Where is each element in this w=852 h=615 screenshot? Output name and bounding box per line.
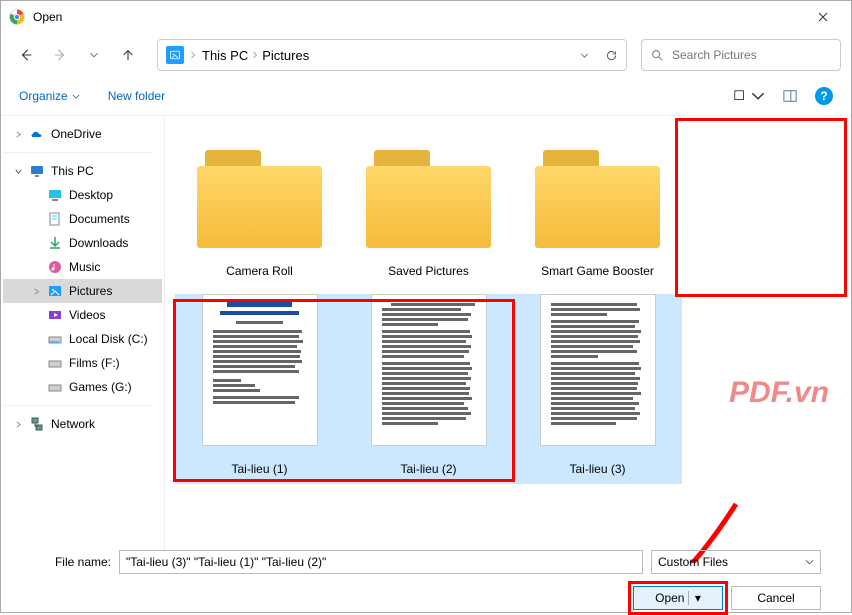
new-folder-button[interactable]: New folder bbox=[108, 89, 165, 103]
folder-smart-game-booster[interactable]: Smart Game Booster bbox=[513, 128, 682, 286]
documents-icon bbox=[47, 211, 63, 227]
sidebar-item-onedrive[interactable]: OneDrive bbox=[3, 122, 162, 146]
window-title: Open bbox=[33, 10, 62, 24]
sidebar-item-videos[interactable]: Videos bbox=[3, 303, 162, 327]
cancel-button[interactable]: Cancel bbox=[731, 586, 821, 610]
folder-icon bbox=[535, 148, 660, 248]
sidebar-item-thispc[interactable]: This PC bbox=[3, 159, 162, 183]
item-label: Camera Roll bbox=[226, 264, 293, 286]
forward-button[interactable] bbox=[45, 40, 75, 70]
search-box[interactable] bbox=[641, 39, 841, 71]
network-icon bbox=[29, 416, 45, 432]
filename-label: File name: bbox=[31, 555, 111, 569]
downloads-icon bbox=[47, 235, 63, 251]
watermark: PDF.vn bbox=[729, 376, 829, 410]
item-label: Tai-lieu (2) bbox=[400, 462, 456, 484]
bottom-panel: File name: Custom Files Open ▾ Cancel bbox=[1, 542, 851, 612]
videos-icon bbox=[47, 307, 63, 323]
document-thumbnail bbox=[202, 294, 318, 446]
disk-icon bbox=[47, 331, 63, 347]
music-icon bbox=[47, 259, 63, 275]
folder-camera-roll[interactable]: Camera Roll bbox=[175, 128, 344, 286]
recent-dropdown[interactable] bbox=[79, 40, 109, 70]
sidebar-item-music[interactable]: Music bbox=[3, 255, 162, 279]
file-tai-lieu-2[interactable]: Tai-lieu (2) bbox=[344, 294, 513, 484]
sidebar-item-localc[interactable]: Local Disk (C:) bbox=[3, 327, 162, 351]
toolbar: Organize New folder ? bbox=[1, 77, 851, 115]
titlebar: Open bbox=[1, 1, 851, 33]
filename-input[interactable] bbox=[119, 550, 643, 574]
desktop-icon bbox=[47, 187, 63, 203]
address-actions bbox=[578, 49, 618, 62]
item-label: Smart Game Booster bbox=[541, 264, 654, 286]
folder-icon bbox=[197, 148, 322, 248]
sidebar-item-documents[interactable]: Documents bbox=[3, 207, 162, 231]
sidebar: OneDrive This PC Desktop Documents Downl… bbox=[1, 116, 165, 563]
help-icon[interactable]: ? bbox=[815, 87, 833, 105]
sidebar-item-filmsf[interactable]: Films (F:) bbox=[3, 351, 162, 375]
sidebar-item-pictures[interactable]: Pictures bbox=[3, 279, 162, 303]
document-thumbnail bbox=[371, 294, 487, 446]
folder-saved-pictures[interactable]: Saved Pictures bbox=[344, 128, 513, 286]
up-button[interactable] bbox=[113, 40, 143, 70]
open-button[interactable]: Open ▾ bbox=[633, 586, 723, 610]
cloud-icon bbox=[29, 126, 45, 142]
sidebar-item-downloads[interactable]: Downloads bbox=[3, 231, 162, 255]
disk-icon bbox=[47, 355, 63, 371]
organize-menu[interactable]: Organize bbox=[19, 89, 80, 103]
folder-icon bbox=[366, 148, 491, 248]
filetype-filter[interactable]: Custom Files bbox=[651, 550, 821, 574]
file-grid: Camera Roll Saved Pictures Smart Game Bo… bbox=[165, 116, 851, 563]
item-label: Tai-lieu (3) bbox=[569, 462, 625, 484]
chrome-icon bbox=[9, 9, 25, 25]
item-label: Tai-lieu (1) bbox=[231, 462, 287, 484]
view-menu[interactable] bbox=[733, 89, 765, 103]
sidebar-item-gamesg[interactable]: Games (G:) bbox=[3, 375, 162, 399]
breadcrumb-root[interactable]: This PC bbox=[202, 48, 248, 63]
search-icon bbox=[650, 48, 664, 62]
sidebar-item-desktop[interactable]: Desktop bbox=[3, 183, 162, 207]
search-input[interactable] bbox=[672, 48, 832, 62]
preview-pane-icon[interactable] bbox=[783, 89, 797, 103]
document-thumbnail bbox=[540, 294, 656, 446]
file-tai-lieu-1[interactable]: Tai-lieu (1) bbox=[175, 294, 344, 484]
refresh-icon[interactable] bbox=[605, 49, 618, 62]
body-area: OneDrive This PC Desktop Documents Downl… bbox=[1, 115, 851, 563]
dropdown-icon[interactable] bbox=[578, 49, 591, 62]
back-button[interactable] bbox=[11, 40, 41, 70]
navbar: This PC Pictures bbox=[1, 33, 851, 77]
breadcrumb: This PC Pictures bbox=[202, 48, 309, 63]
pictures-icon bbox=[166, 46, 184, 64]
disk-icon bbox=[47, 379, 63, 395]
breadcrumb-current[interactable]: Pictures bbox=[262, 48, 309, 63]
monitor-icon bbox=[29, 163, 45, 179]
address-bar[interactable]: This PC Pictures bbox=[157, 39, 627, 71]
sidebar-item-network[interactable]: Network bbox=[3, 412, 162, 436]
pictures-icon bbox=[47, 283, 63, 299]
file-tai-lieu-3[interactable]: Tai-lieu (3) bbox=[513, 294, 682, 484]
close-button[interactable] bbox=[803, 1, 843, 33]
item-label: Saved Pictures bbox=[388, 264, 469, 286]
